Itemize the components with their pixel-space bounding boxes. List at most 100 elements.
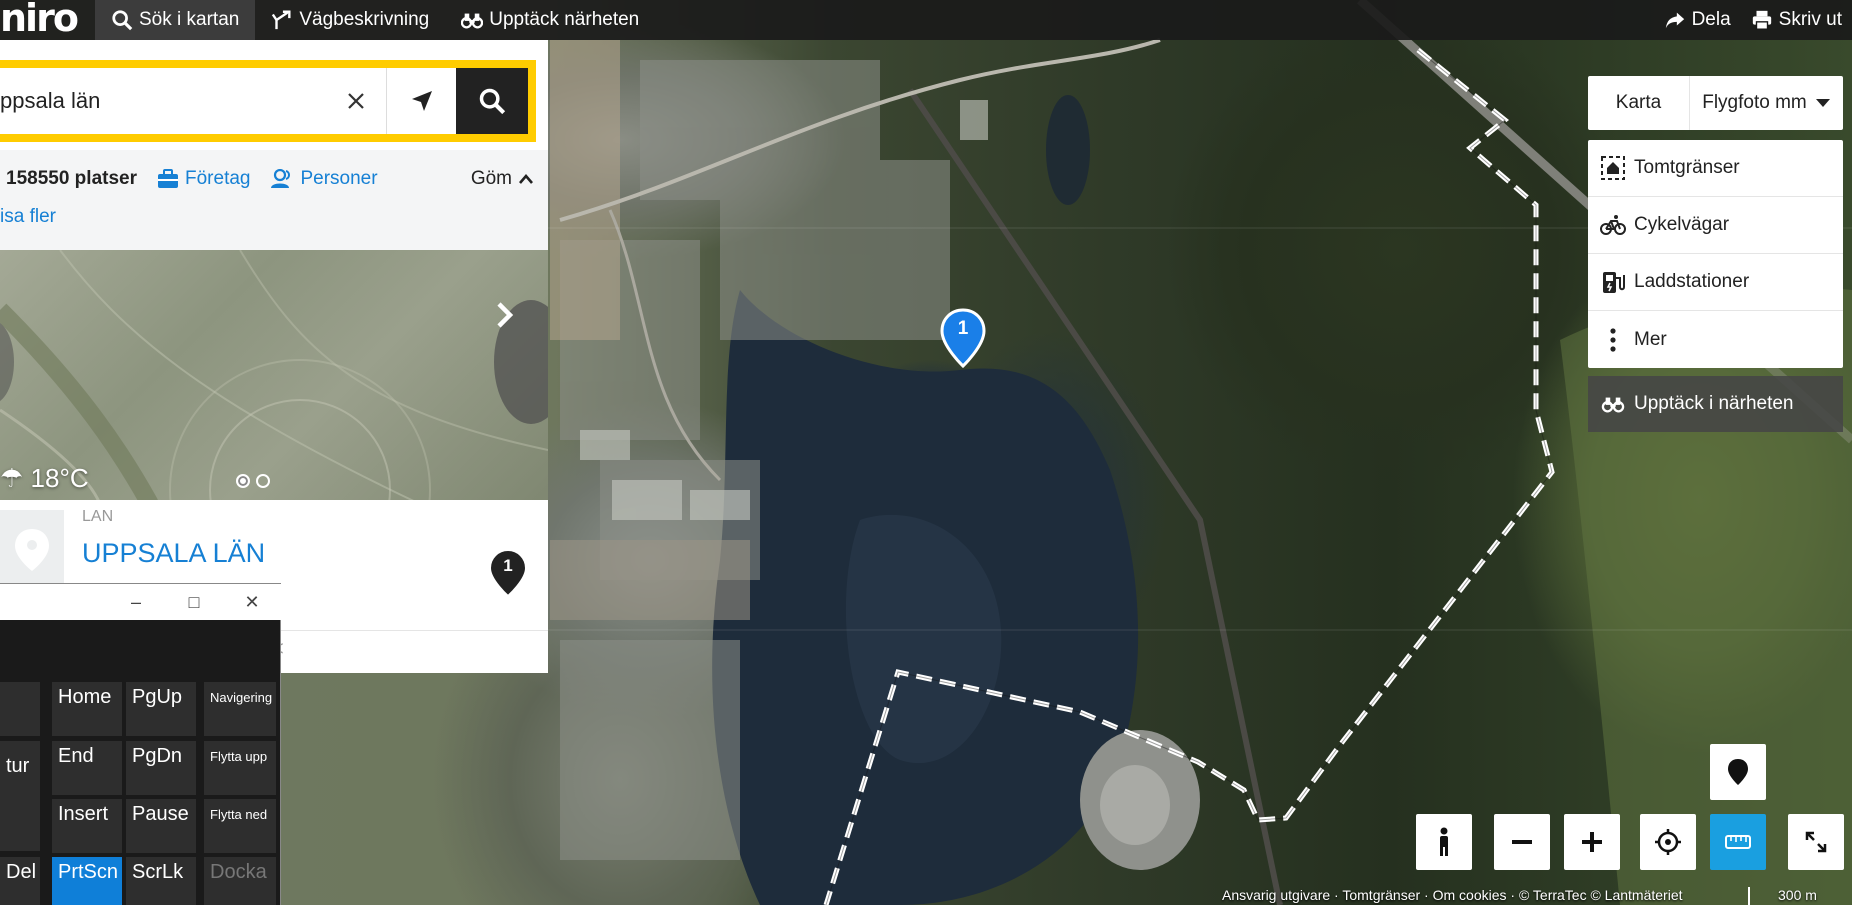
search-icon <box>479 88 506 115</box>
tab-discover[interactable]: Upptäck närheten <box>445 0 655 40</box>
print-label: Skriv ut <box>1778 9 1842 30</box>
tab-discover-label: Upptäck närheten <box>489 9 640 30</box>
clear-search-button[interactable] <box>326 68 386 134</box>
map-marker[interactable]: 1 <box>940 308 986 369</box>
share-arrow-icon <box>1665 12 1684 29</box>
show-more-link[interactable]: isa fler <box>0 206 56 228</box>
discover-nearby-label: Upptäck i närheten <box>1634 393 1794 414</box>
key-prtscn[interactable]: PrtScn <box>52 857 122 905</box>
hide-label: Göm <box>470 168 512 189</box>
key-move-down[interactable]: Flytta ned <box>204 799 276 853</box>
tab-directions-label: Vägbeskrivning <box>299 9 430 30</box>
key-dock[interactable]: Docka <box>204 857 276 905</box>
map-marker-number: 1 <box>957 318 969 339</box>
more-vertical-icon <box>1610 327 1616 352</box>
logo[interactable]: niro <box>0 0 95 40</box>
directions-icon <box>272 10 291 30</box>
result-type: LAN <box>82 508 114 525</box>
filter-companies[interactable]: Företag <box>157 168 250 190</box>
map-type-map-label: Karta <box>1615 92 1662 113</box>
layer-charging-stations[interactable]: Laddstationer <box>1588 254 1843 311</box>
weather-icon: ☂ <box>0 463 31 493</box>
search-input[interactable] <box>0 68 326 134</box>
tab-directions[interactable]: Vägbeskrivning <box>255 0 445 40</box>
key-navigation[interactable]: Navigering <box>204 682 276 736</box>
hide-results-button[interactable]: Göm <box>471 164 534 194</box>
pedestrian-icon <box>1440 827 1448 856</box>
results-bar: 158550 platser Företag Personer Göm isa … <box>0 150 548 258</box>
result-badge-number: 1 <box>503 556 513 575</box>
key-pgdn[interactable]: PgDn <box>126 741 196 795</box>
ruler-icon <box>1725 835 1751 849</box>
measure-tool-button[interactable] <box>1710 814 1766 870</box>
discover-nearby-button[interactable]: Upptäck i närheten <box>1588 376 1843 432</box>
search-panel: 158550 platser Företag Personer Göm isa … <box>0 40 548 673</box>
key-enter[interactable]: tur <box>0 741 40 851</box>
search-submit-button[interactable] <box>456 68 528 134</box>
search-icon <box>112 10 133 31</box>
printer-icon <box>1752 10 1771 30</box>
map-type-aerial[interactable]: Flygfoto mm <box>1690 76 1843 130</box>
key-pause[interactable]: Pause <box>126 799 196 853</box>
fullscreen-button[interactable] <box>1788 814 1844 870</box>
result-badge: 1 <box>488 548 528 603</box>
maximize-button[interactable]: □ <box>165 592 223 613</box>
street-view-button[interactable] <box>1416 814 1472 870</box>
filter-people[interactable]: Personer <box>270 168 378 190</box>
result-name[interactable]: UPPSALA LÄN <box>82 538 265 569</box>
crosshair-icon <box>1655 829 1681 855</box>
print-button[interactable]: Skriv ut <box>1741 0 1852 40</box>
layer-label: Mer <box>1634 328 1667 350</box>
map-pin-icon <box>1728 759 1748 785</box>
minimize-button[interactable]: – <box>107 592 165 613</box>
caret-down-icon <box>1815 99 1830 107</box>
minus-icon <box>1512 840 1532 844</box>
layer-label: Cykelvägar <box>1634 214 1730 235</box>
locate-me-button[interactable] <box>1640 814 1696 870</box>
on-screen-keyboard: – □ ✕ Home PgUp Navigering tur End PgDn … <box>0 583 281 905</box>
expand-icon <box>1805 831 1827 853</box>
tab-search-map[interactable]: Sök i kartan <box>95 0 256 40</box>
location-arrow-icon <box>411 91 432 111</box>
photo-pagination <box>236 474 270 488</box>
briefcase-icon <box>158 169 178 188</box>
photo-dot-2[interactable] <box>256 474 270 488</box>
key-move-up[interactable]: Flytta upp <box>204 741 276 795</box>
house-boundary-icon <box>1601 156 1625 180</box>
key-scrlk[interactable]: ScrLk <box>126 857 196 905</box>
key-insert[interactable]: Insert <box>52 799 122 853</box>
close-button[interactable]: ✕ <box>223 592 281 613</box>
people-icon <box>271 169 291 188</box>
binoculars-icon <box>1601 397 1625 413</box>
map-type-map[interactable]: Karta <box>1588 76 1690 130</box>
result-thumbnail <box>0 510 64 590</box>
chevron-up-icon <box>519 174 533 184</box>
map-type-aerial-label: Flygfoto mm <box>1702 92 1807 113</box>
add-marker-button[interactable] <box>1710 744 1766 800</box>
photo-dot-1[interactable] <box>236 474 250 488</box>
key-del[interactable]: Del <box>0 857 40 905</box>
results-count: 158550 platser <box>6 168 137 189</box>
key-blank[interactable] <box>0 682 40 736</box>
keyboard-titlebar: – □ ✕ <box>0 584 281 620</box>
layer-property-boundaries[interactable]: Tomtgränser <box>1588 140 1843 197</box>
temperature-value: 18°C <box>30 463 89 493</box>
bicycle-icon <box>1600 215 1626 235</box>
my-location-button[interactable] <box>386 68 456 134</box>
map-type-switcher: Karta Flygfoto mm <box>1588 76 1843 130</box>
share-button[interactable]: Dela <box>1654 0 1741 40</box>
layer-more[interactable]: Mer <box>1588 311 1843 368</box>
layer-label: Tomtgränser <box>1634 157 1740 178</box>
key-home[interactable]: Home <box>52 682 122 736</box>
charging-station-icon <box>1603 272 1625 293</box>
zoom-in-button[interactable] <box>1564 814 1620 870</box>
zoom-out-button[interactable] <box>1494 814 1550 870</box>
chevron-right-icon <box>497 302 514 328</box>
layer-label: Laddstationer <box>1634 271 1750 292</box>
key-pgup[interactable]: PgUp <box>126 682 196 736</box>
layer-bike-paths[interactable]: Cykelvägar <box>1588 197 1843 254</box>
weather-temperature: ☂ 18°C <box>0 463 89 494</box>
binoculars-icon <box>461 13 484 29</box>
key-end[interactable]: End <box>52 741 122 795</box>
map-attribution[interactable]: Ansvarig utgivare · Tomtgränser · Om coo… <box>1222 887 1683 905</box>
